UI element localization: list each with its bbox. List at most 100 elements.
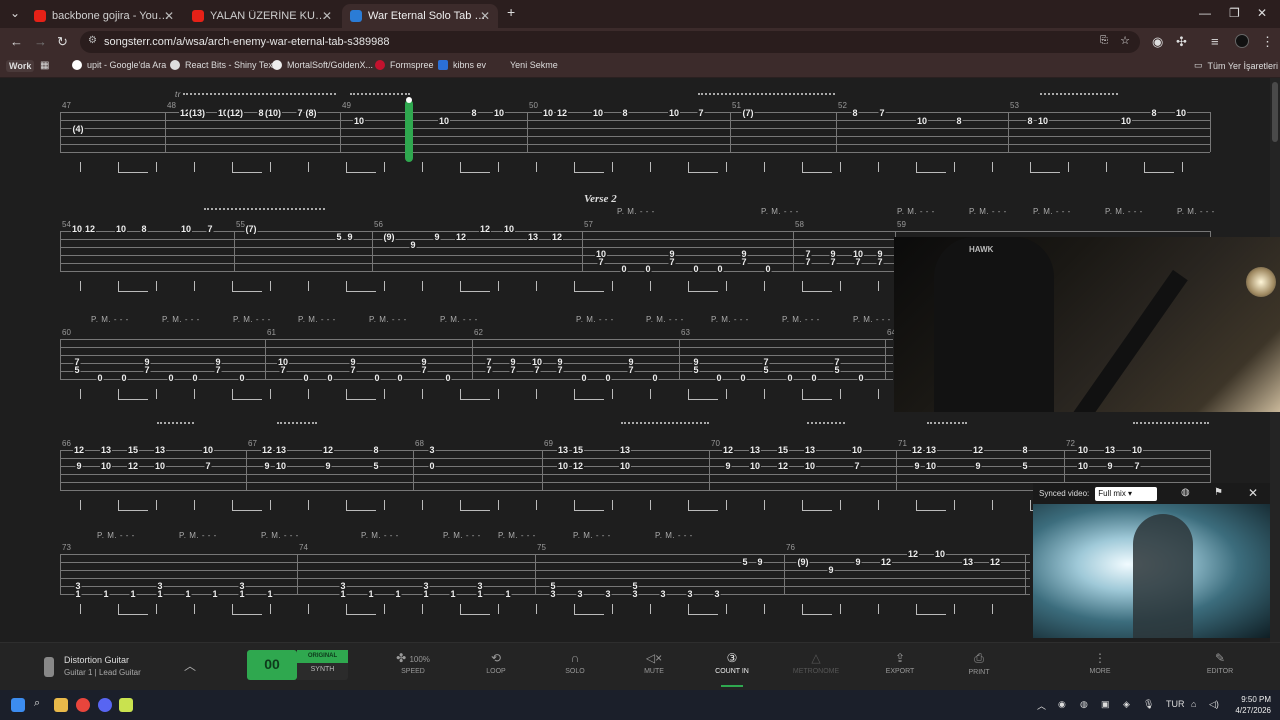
synth-option[interactable]: SYNTH xyxy=(297,666,348,673)
tray-app-icon[interactable]: ◉ xyxy=(1058,699,1066,710)
discord-icon[interactable] xyxy=(98,698,112,712)
file-explorer-icon[interactable] xyxy=(54,698,68,712)
close-video-icon[interactable]: ✕ xyxy=(1248,486,1258,500)
palm-mute-label: P. M. - - - xyxy=(233,315,271,324)
minimize-icon[interactable]: — xyxy=(1199,6,1211,20)
rhythm-beam xyxy=(688,614,718,615)
tab-note: 13 xyxy=(924,445,938,455)
staff-line xyxy=(60,586,1030,587)
close-tab-icon[interactable]: ✕ xyxy=(164,9,174,23)
browser-tab-youtube-2[interactable]: YALAN ÜZERİNE KURULMUŞ K ✕ xyxy=(184,4,340,28)
volume-icon[interactable]: ◁) xyxy=(1209,699,1219,710)
more-button[interactable]: ⋮ MORE xyxy=(1065,651,1135,675)
bookmark-kibns[interactable]: kibns ev xyxy=(438,60,486,70)
search-icon[interactable]: ⌕ xyxy=(34,697,40,710)
mix-select[interactable]: Full mix ▾ xyxy=(1095,486,1158,501)
windows-start-icon[interactable] xyxy=(11,698,25,712)
profile-work-badge[interactable]: Work xyxy=(6,60,35,72)
bookmark-star-icon[interactable]: ☆ xyxy=(1120,34,1130,47)
chevron-up-icon[interactable]: ︿ xyxy=(184,657,196,674)
print-button[interactable]: ⎙ PRINT xyxy=(944,651,1014,676)
speed-button[interactable]: ✤ 100% SPEED xyxy=(378,651,448,675)
scrollbar-thumb[interactable] xyxy=(1272,82,1278,142)
rhythm-stem xyxy=(194,162,195,172)
address-bar[interactable]: ⚙ songsterr.com/a/wsa/arch-enemy-war-ete… xyxy=(80,31,1140,53)
count-in-button[interactable]: ③ COUNT IN xyxy=(697,651,767,675)
mute-button[interactable]: ◁× MUTE xyxy=(619,651,689,675)
apps-grid-icon[interactable]: ▦ xyxy=(40,60,49,71)
language-indicator[interactable]: TUR xyxy=(1166,699,1185,709)
tab-note: 0 xyxy=(302,373,310,383)
reload-icon[interactable]: ↻ xyxy=(57,34,68,50)
tab-note: 12 xyxy=(879,557,893,567)
rhythm-beam xyxy=(346,172,376,173)
profile-avatar[interactable] xyxy=(1235,34,1249,48)
rhythm-beam xyxy=(802,291,832,292)
palm-mute-label: P. M. - - - xyxy=(655,531,693,540)
tab-note: 7 xyxy=(279,365,287,375)
synced-video-player[interactable] xyxy=(1033,504,1270,638)
chrome-icon[interactable] xyxy=(76,698,90,712)
extensions-puzzle-icon[interactable]: ✣ xyxy=(1176,34,1187,50)
bookmark-github[interactable]: MortalSoft/GoldenX... xyxy=(272,60,373,70)
solo-button[interactable]: ∩ SOLO xyxy=(540,651,610,675)
rhythm-beam xyxy=(232,291,262,292)
rhythm-stem xyxy=(802,500,803,510)
media-control-icon[interactable]: ≡ xyxy=(1211,34,1219,49)
metronome-button[interactable]: △ METRONOME xyxy=(781,651,851,675)
forward-icon[interactable]: → xyxy=(34,34,47,49)
rhythm-stem xyxy=(1030,162,1031,172)
tray-game-icon[interactable]: ▣ xyxy=(1101,699,1110,710)
audio-sync-icon[interactable]: ◍ xyxy=(1181,487,1190,498)
tab-search-icon[interactable]: ⌄ xyxy=(10,6,20,20)
tab-note: 1 xyxy=(266,589,274,599)
bookmark-formspree[interactable]: Formspree xyxy=(375,60,434,70)
report-flag-icon[interactable]: ⚑ xyxy=(1214,487,1223,498)
network-icon[interactable]: ⌂ xyxy=(1191,699,1196,709)
tab-note: 10 xyxy=(114,224,128,234)
measure-number: 76 xyxy=(786,543,795,552)
rhythm-stem xyxy=(232,281,233,291)
original-synth-toggle[interactable]: ORIGINAL SYNTH xyxy=(297,650,348,680)
clock[interactable]: 9:50 PM 4/27/2026 xyxy=(1229,694,1271,716)
loop-button[interactable]: ⟲ LOOP xyxy=(461,651,531,675)
site-info-icon[interactable]: ⚙ xyxy=(88,35,97,46)
count-in-icon: ③ xyxy=(726,651,738,665)
tab-note: 0 xyxy=(96,373,104,383)
bookmark-react-bits[interactable]: React Bits - Shiny Text xyxy=(170,60,275,70)
microphone-icon[interactable]: 🎙 xyxy=(1143,699,1154,710)
original-option[interactable]: ORIGINAL xyxy=(297,650,348,663)
all-bookmarks[interactable]: ▭ Tüm Yer İşaretleri xyxy=(1194,60,1278,71)
track-selector[interactable]: Distortion Guitar Guitar 1 | Lead Guitar… xyxy=(36,651,204,683)
rhythm-stem xyxy=(80,389,81,399)
playback-cursor[interactable] xyxy=(405,97,413,162)
back-icon[interactable]: ← xyxy=(10,34,23,49)
bookmark-google[interactable]: upit - Google'da Ara xyxy=(72,60,166,70)
browser-tab-youtube-1[interactable]: backbone gojira - YouTube ✕ xyxy=(26,4,182,28)
browser-tab-songsterr[interactable]: War Eternal Solo Tab by Arc ✕ xyxy=(342,4,498,28)
menu-dots-icon[interactable]: ⋮ xyxy=(1261,34,1274,50)
trill-label: tr xyxy=(175,90,181,99)
tab-note: 12 xyxy=(126,461,140,471)
rhythm-stem xyxy=(878,500,879,510)
install-app-icon[interactable]: ⎘ xyxy=(1100,35,1108,46)
editor-button[interactable]: ✎ EDITOR xyxy=(1185,651,1255,675)
rhythm-beam xyxy=(1030,172,1060,173)
play-pause-button[interactable]: 00 xyxy=(247,650,297,680)
notes-app-icon[interactable] xyxy=(119,698,133,712)
tab-note: 12 xyxy=(571,461,585,471)
tray-chrome-icon[interactable]: ◍ xyxy=(1080,699,1088,710)
export-button[interactable]: ⇪ EXPORT xyxy=(865,651,935,675)
rhythm-stem xyxy=(878,162,879,172)
close-window-icon[interactable]: ✕ xyxy=(1257,6,1267,20)
close-tab-icon[interactable]: ✕ xyxy=(480,9,490,23)
tray-chevron-icon[interactable]: ︿ xyxy=(1037,699,1046,712)
new-tab-button[interactable]: + xyxy=(507,4,515,20)
palm-mute-label: P. M. - - - xyxy=(576,315,614,324)
close-tab-icon[interactable]: ✕ xyxy=(322,9,332,23)
vibrato-marker xyxy=(204,208,325,211)
bookmark-new-tab[interactable]: Yeni Sekme xyxy=(495,60,558,70)
tray-discord-icon[interactable]: ◈ xyxy=(1123,699,1130,710)
extension-icon[interactable]: ◉ xyxy=(1152,34,1163,50)
restore-icon[interactable]: ❐ xyxy=(1229,6,1240,20)
